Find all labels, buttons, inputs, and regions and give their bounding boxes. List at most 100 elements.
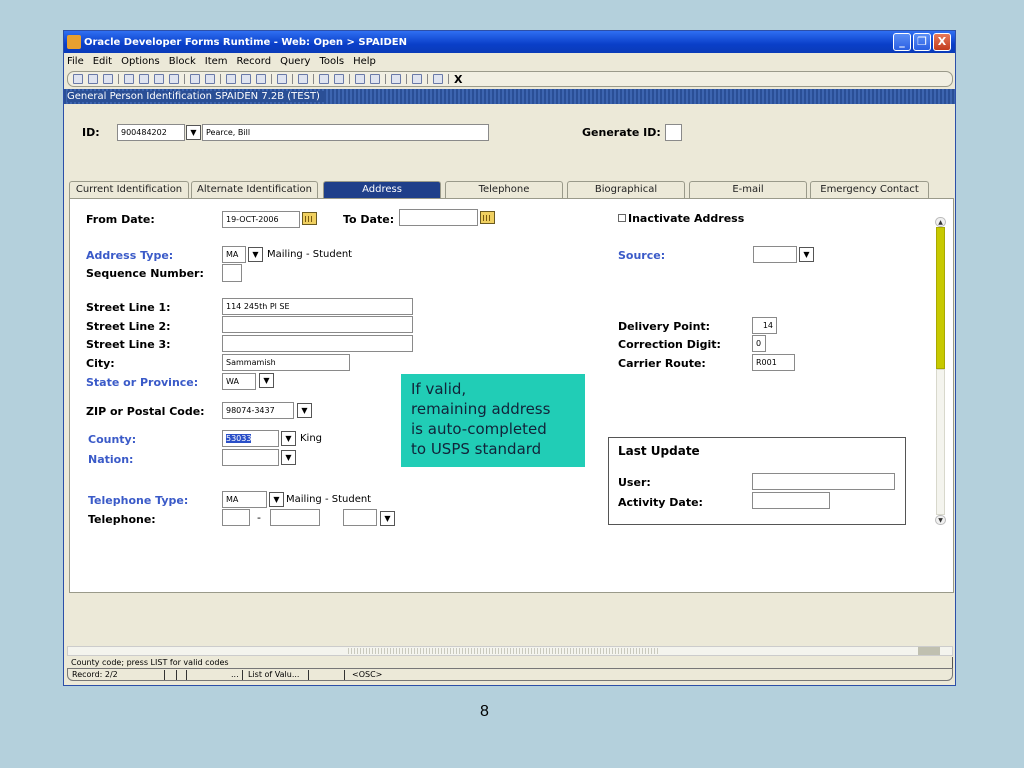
tab-alternate-identification[interactable]: Alternate Identification [191, 181, 318, 198]
telephone-lookup-button[interactable]: ▼ [380, 511, 395, 526]
source-lookup-button[interactable]: ▼ [799, 247, 814, 262]
delivery-point-field[interactable]: 14 [752, 317, 777, 334]
street-line-3-field[interactable] [222, 335, 413, 352]
nation-lookup-button[interactable]: ▼ [281, 450, 296, 465]
status-record: Record: 2/2 [72, 670, 118, 679]
menu-block[interactable]: Block [169, 56, 196, 67]
rollback-icon[interactable] [88, 74, 98, 84]
telephone-label: Telephone: [88, 513, 156, 526]
street-line-1-field[interactable]: 114 245th Pl SE [222, 298, 413, 315]
telephone-type-field[interactable]: MA [222, 491, 267, 508]
menu-bar: File Edit Options Block Item Record Quer… [64, 53, 955, 69]
nation-field[interactable] [222, 449, 279, 466]
next-block-icon[interactable] [205, 74, 215, 84]
menu-record[interactable]: Record [237, 56, 272, 67]
correction-digit-label: Correction Digit: [618, 338, 721, 351]
form-title-bar: General Person Identification SPAIDEN 7.… [64, 89, 955, 104]
county-lookup-button[interactable]: ▼ [281, 431, 296, 446]
status-osc: <OSC> [352, 670, 383, 679]
status-ellipsis: ... [231, 670, 239, 679]
save-icon[interactable] [73, 74, 83, 84]
scroll-down-icon[interactable]: ▼ [935, 515, 946, 525]
scroll-thumb[interactable] [936, 227, 945, 369]
to-date-calendar-icon[interactable] [480, 211, 495, 224]
county-desc: King [300, 433, 323, 444]
street-line-1-label: Street Line 1: [86, 301, 171, 314]
tab-emergency-contact[interactable]: Emergency Contact [810, 181, 929, 198]
telephone-type-label: Telephone Type: [88, 494, 189, 507]
menu-item[interactable]: Item [205, 56, 228, 67]
from-date-label: From Date: [86, 213, 155, 226]
telephone-type-lookup-button[interactable]: ▼ [269, 492, 284, 507]
state-lookup-button[interactable]: ▼ [259, 373, 274, 388]
window-titlebar: Oracle Developer Forms Runtime - Web: Op… [64, 31, 955, 53]
menu-file[interactable]: File [67, 56, 84, 67]
exit-icon[interactable]: X [454, 73, 462, 86]
maximize-button[interactable]: ❐ [913, 33, 931, 51]
scroll-up-icon[interactable]: ▲ [935, 217, 946, 227]
clear-record-icon[interactable] [154, 74, 164, 84]
zip-lookup-button[interactable]: ▼ [297, 403, 312, 418]
address-type-field[interactable]: MA [222, 246, 246, 263]
tab-email[interactable]: E-mail [689, 181, 807, 198]
zip-field[interactable]: 98074-3437 [222, 402, 294, 419]
vertical-scrollbar[interactable]: ▲ ▼ [935, 217, 946, 527]
back-icon[interactable] [391, 74, 401, 84]
sequence-number-label: Sequence Number: [86, 267, 204, 280]
telephone-dash: - [257, 511, 261, 524]
print-screen-icon[interactable] [298, 74, 308, 84]
inactivate-checkbox[interactable] [618, 214, 626, 222]
tab-current-identification[interactable]: Current Identification [69, 181, 189, 198]
source-field[interactable] [753, 246, 797, 263]
to-date-field[interactable] [399, 209, 478, 226]
cancel-query-icon[interactable] [256, 74, 266, 84]
menu-query[interactable]: Query [280, 56, 310, 67]
correction-digit-field[interactable]: 0 [752, 335, 766, 352]
menu-edit[interactable]: Edit [93, 56, 112, 67]
minimize-button[interactable]: _ [893, 33, 911, 51]
zip-label: ZIP or Postal Code: [86, 405, 205, 418]
address-type-lookup-button[interactable]: ▼ [248, 247, 263, 262]
menu-options[interactable]: Options [121, 56, 160, 67]
nation-label: Nation: [88, 453, 134, 466]
first-record-icon[interactable] [355, 74, 365, 84]
telephone-extension-field[interactable] [343, 509, 377, 526]
to-date-label: To Date: [343, 213, 395, 226]
remove-record-icon[interactable] [139, 74, 149, 84]
sequence-number-field[interactable] [222, 264, 242, 282]
clear-block-icon[interactable] [169, 74, 179, 84]
telephone-number-field[interactable] [270, 509, 320, 526]
help-icon[interactable] [433, 74, 443, 84]
extract-icon[interactable] [319, 74, 329, 84]
insert-record-icon[interactable] [124, 74, 134, 84]
menu-tools[interactable]: Tools [319, 56, 344, 67]
county-field[interactable]: 53033 [222, 430, 279, 447]
previous-block-icon[interactable] [190, 74, 200, 84]
tab-address[interactable]: Address [323, 181, 441, 198]
city-field[interactable]: Sammamish [222, 354, 350, 371]
source-label: Source: [618, 249, 666, 262]
from-date-field[interactable]: 19-OCT-2006 [222, 211, 300, 228]
export-icon[interactable] [334, 74, 344, 84]
from-date-calendar-icon[interactable] [302, 212, 317, 225]
horizontal-scrollbar[interactable] [67, 646, 953, 656]
id-field[interactable]: 900484202 [117, 124, 185, 141]
print-icon[interactable] [103, 74, 113, 84]
tab-biographical[interactable]: Biographical [567, 181, 685, 198]
telephone-area-field[interactable] [222, 509, 250, 526]
item-properties-icon[interactable] [412, 74, 422, 84]
last-record-icon[interactable] [370, 74, 380, 84]
carrier-route-field[interactable]: R001 [752, 354, 795, 371]
id-lookup-button[interactable]: ▼ [186, 125, 201, 140]
close-button[interactable]: X [933, 33, 951, 51]
inactivate-label: Inactivate Address [628, 212, 745, 225]
enter-query-icon[interactable] [226, 74, 236, 84]
city-label: City: [86, 357, 115, 370]
menu-help[interactable]: Help [353, 56, 376, 67]
options-icon[interactable] [277, 74, 287, 84]
generate-id-button[interactable] [665, 124, 682, 141]
state-field[interactable]: WA [222, 373, 256, 390]
tab-telephone[interactable]: Telephone [445, 181, 563, 198]
execute-query-icon[interactable] [241, 74, 251, 84]
street-line-2-field[interactable] [222, 316, 413, 333]
